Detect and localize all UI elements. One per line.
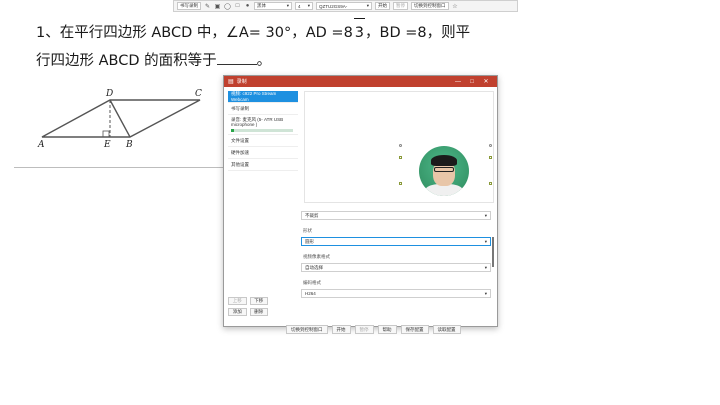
problem-line1-b: ，BD =8，则平 [365, 25, 471, 41]
circle-icon[interactable]: ◯ [224, 3, 231, 10]
shape-label: 形状 [303, 227, 312, 233]
resize-handle[interactable] [489, 182, 492, 185]
mic-level-bar [231, 129, 293, 132]
problem-line2-end: 。 [256, 53, 272, 69]
problem-line2: 行四边形 ABCD 的面积等于 [36, 53, 217, 69]
brush-icon[interactable]: ▣ [214, 3, 221, 10]
switch-control-button[interactable]: 切换到控制窗口 [411, 2, 449, 10]
shape-icon[interactable]: □ [234, 3, 241, 10]
minimize-icon[interactable]: — [451, 79, 465, 85]
source-item-webcam[interactable]: 视频: c922 Pro Stream Webcam [228, 91, 298, 103]
start-record-button[interactable]: 开始 [331, 325, 351, 334]
settings-scrollbar[interactable] [492, 237, 494, 267]
maximize-icon[interactable]: □ [465, 79, 479, 85]
color-icon[interactable]: ● [244, 3, 251, 10]
window-title: 录制 [236, 79, 247, 85]
source-item-handwriting[interactable]: 书写录制 [228, 103, 298, 115]
bottom-buttons: 切换到控制窗口 开始 暂停 帮助 保存配置 读取配置 [286, 325, 461, 334]
size-select[interactable]: 4 ▾ [295, 2, 313, 10]
math-problem: 1、在平行四边形 ABCD 中，∠A= 30°，AD =8 3，BD =8，则平 … [36, 18, 470, 75]
source-item-hw-accel[interactable]: 硬件加速 [228, 147, 298, 159]
person-hair [431, 155, 457, 166]
person-glasses [434, 167, 454, 172]
help-button[interactable]: 帮助 [377, 325, 397, 334]
resize-handle[interactable] [489, 144, 492, 147]
list-buttons: 上移 下移 添加 删除 [228, 297, 268, 316]
codec-label: 编码格式 [303, 279, 321, 285]
font-select[interactable]: 黑体 ▾ [254, 2, 292, 10]
source-list: 视频: c922 Pro Stream Webcam 书写录制 录音: 麦克风 … [228, 91, 298, 309]
resize-handle[interactable] [399, 156, 402, 159]
resize-handle[interactable] [399, 144, 402, 147]
move-up-button[interactable]: 上移 [228, 297, 247, 305]
problem-line1-a: 1、在平行四边形 ABCD 中，∠A= 30°，AD =8 [36, 25, 353, 41]
pixel-format-select[interactable]: 自动选择 ▾ [301, 263, 491, 272]
label-e: E [103, 140, 111, 150]
pause-record-button[interactable]: 暂停 [354, 325, 374, 334]
save-config-button[interactable]: 保存配置 [400, 325, 429, 334]
resize-handle[interactable] [489, 156, 492, 159]
app-label-button[interactable]: 书写录制 [177, 2, 201, 10]
close-icon[interactable]: ✕ [479, 78, 493, 85]
label-d: D [105, 89, 113, 99]
right-angle-mark [102, 130, 110, 138]
pixel-format-label: 视频像素格式 [303, 253, 330, 259]
source-item-file-settings[interactable]: 文件设置 [228, 135, 298, 147]
source-item-other[interactable]: 其他设置 [228, 159, 298, 171]
move-down-button[interactable]: 下移 [249, 297, 268, 305]
label-b: B [125, 140, 133, 150]
load-config-button[interactable]: 读取配置 [432, 325, 461, 334]
codec-select[interactable]: H264 ▾ [301, 289, 491, 298]
pin-icon[interactable]: ☆ [452, 3, 459, 10]
parallelogram-shape [41, 99, 201, 138]
source-settings: 不裁剪 ▾ 形状 圆形 ▾ 视频像素格式 自动选择 ▾ 编码格式 H264 ▾ [301, 209, 491, 319]
switch-control-window-button[interactable]: 切换到控制窗口 [286, 325, 328, 334]
window-body: 视频: c922 Pro Stream Webcam 书写录制 录音: 麦克风 … [224, 87, 497, 334]
crop-select[interactable]: 不裁剪 ▾ [301, 211, 491, 220]
add-button[interactable]: 添加 [228, 308, 247, 316]
divider-line [14, 167, 226, 168]
recording-window: ▤ 录制 — □ ✕ 视频: c922 Pro Stream Webcam 书写… [223, 75, 498, 334]
desktop: 书写录制 ✎ ▣ ◯ □ ● 黑体 ▾ 4 ▾ QZTU2GS9A- ▾ 开始 暂停 … [0, 0, 720, 405]
device-select[interactable]: QZTU2GS9A- ▾ [316, 2, 372, 10]
label-c: C [195, 89, 202, 99]
top-toolbar: 书写录制 ✎ ▣ ◯ □ ● 黑体 ▾ 4 ▾ QZTU2GS9A- ▾ 开始 暂停 … [173, 0, 518, 12]
resize-handle[interactable] [399, 182, 402, 185]
camera-preview[interactable] [304, 91, 494, 203]
webcam-feed [419, 146, 469, 196]
window-titlebar[interactable]: ▤ 录制 — □ ✕ [224, 76, 497, 87]
start-button[interactable]: 开始 [375, 2, 390, 10]
diagonal-bd [109, 99, 131, 138]
answer-blank [216, 53, 257, 65]
delete-button[interactable]: 删除 [249, 308, 268, 316]
pen-icon[interactable]: ✎ [204, 3, 211, 10]
pause-button[interactable]: 暂停 [393, 2, 408, 10]
label-a: A [37, 140, 45, 150]
source-item-microphone[interactable]: 录音: 麦克风 (5- ATR USB microphone ) [228, 115, 298, 135]
app-icon: ▤ [228, 79, 234, 85]
parallelogram-figure: D C A E B [37, 89, 202, 150]
sqrt-symbol: 3 [353, 18, 366, 47]
shape-select[interactable]: 圆形 ▾ [301, 237, 491, 246]
